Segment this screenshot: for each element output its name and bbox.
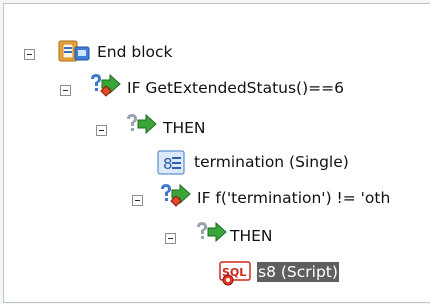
condition-icon	[158, 182, 198, 214]
tree-node-label-selected: s8 (Script)	[257, 262, 339, 282]
tree-node-then-2[interactable]: THEN	[4, 221, 304, 250]
collapse-toggle[interactable]	[24, 49, 35, 60]
script-icon: SQL	[218, 258, 254, 290]
tree-node-label: End block	[97, 43, 173, 61]
tree-node-label: IF f('termination') != 'oth	[197, 189, 391, 207]
tree-node-label: THEN	[230, 227, 273, 245]
then-branch-icon	[124, 112, 164, 144]
end-block-icon	[57, 38, 97, 68]
tree-node-label: IF GetExtendedStatus()==6	[127, 79, 344, 97]
svg-text:8: 8	[163, 155, 173, 173]
condition-icon	[88, 72, 128, 104]
tree-node-end-block[interactable]: End block	[4, 40, 404, 66]
tree-node-label: THEN	[163, 119, 206, 137]
collapse-toggle[interactable]	[132, 195, 143, 206]
tree-node-then-1[interactable]: THEN	[4, 113, 304, 142]
tree-node-script[interactable]: SQL s8 (Script)	[4, 260, 404, 286]
variable-icon: 8	[157, 150, 187, 180]
tree-view[interactable]: End block IF GetExtendedStatus()==6 THEN	[3, 3, 430, 303]
tree-node-if-extended-status[interactable]: IF GetExtendedStatus()==6	[4, 73, 424, 102]
collapse-toggle[interactable]	[165, 233, 176, 244]
tree-node-label: termination (Single)	[194, 153, 349, 171]
tree-node-if-termination[interactable]: IF f('termination') != 'oth	[4, 183, 430, 212]
collapse-toggle[interactable]	[60, 85, 71, 96]
collapse-toggle[interactable]	[96, 125, 107, 136]
tree-node-termination[interactable]: 8 termination (Single)	[4, 150, 404, 176]
then-branch-icon	[194, 220, 234, 252]
